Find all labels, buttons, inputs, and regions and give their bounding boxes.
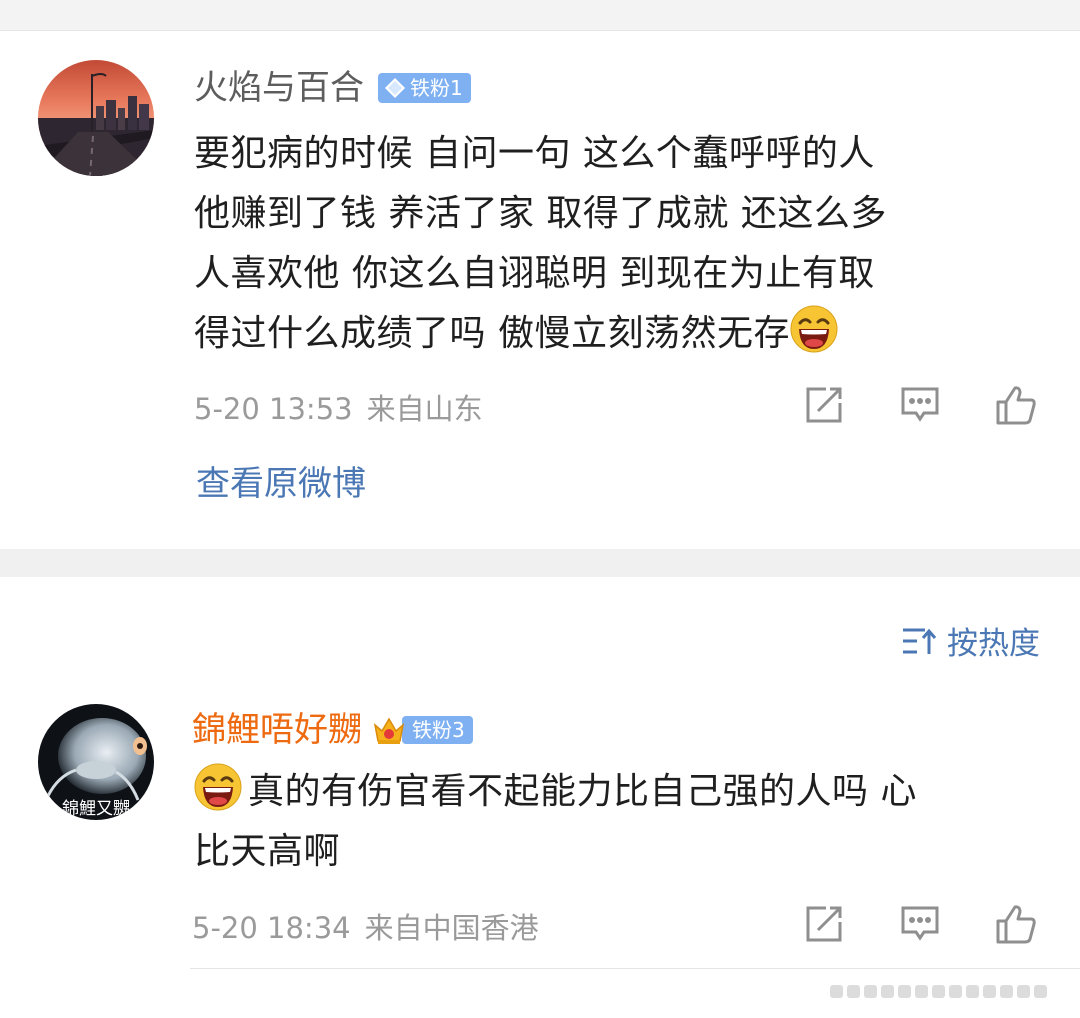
- comment-actions: [802, 902, 1038, 946]
- diamond-icon: [385, 78, 405, 98]
- avatar[interactable]: [38, 60, 154, 176]
- avatar-caption: 錦鯉又嬲: [62, 799, 130, 819]
- sort-icon: [903, 628, 937, 654]
- like-icon: [996, 386, 1036, 425]
- badge-label: 铁粉1: [410, 76, 463, 100]
- top-separator: [0, 0, 1080, 31]
- comment-line: 真的有伤官看不起能力比自己强的人吗 心: [248, 771, 917, 812]
- location: 来自中国香港: [364, 911, 539, 945]
- sort-toggle[interactable]: 按热度: [901, 618, 1040, 663]
- view-original-link[interactable]: 查看原微博: [196, 456, 366, 505]
- crown-icon: [373, 717, 405, 744]
- laughing-emoji-icon: [194, 763, 242, 811]
- comment-line: 比天高啊: [194, 831, 341, 872]
- comment-line: 得过什么成绩了吗 傲慢立刻荡然无存: [194, 313, 790, 354]
- comment-header: 錦鯉唔好嬲 铁粉3: [192, 710, 473, 750]
- fan-badge[interactable]: 铁粉1: [378, 73, 471, 103]
- badge-label: 铁粉3: [402, 716, 473, 744]
- comment-text: 要犯病的时候 自问一句 这么个蠢呼呼的人 他赚到了钱 养活了家 取得了成就 还这…: [194, 124, 887, 364]
- share-button[interactable]: [802, 902, 846, 946]
- timestamp: 5-20 13:53: [194, 392, 353, 426]
- comment-line: 要犯病的时候 自问一句 这么个蠢呼呼的人: [194, 133, 875, 174]
- comment-actions: [802, 383, 1038, 427]
- comment-meta: 5-20 13:53 来自山东: [194, 386, 483, 428]
- sort-label: 按热度: [947, 626, 1040, 662]
- comment-line: 他赚到了钱 养活了家 取得了成就 还这么多: [194, 193, 887, 234]
- comment-icon: [901, 906, 939, 941]
- comment-header: 火焰与百合 铁粉1: [194, 68, 471, 108]
- comment-meta: 5-20 18:34 来自中国香港: [192, 905, 539, 947]
- timestamp: 5-20 18:34: [192, 911, 351, 945]
- watermark-dots: [830, 985, 1051, 998]
- share-icon: [806, 906, 842, 942]
- comment-text: 真的有伤官看不起能力比自己强的人吗 心 比天高啊: [194, 762, 917, 882]
- username[interactable]: 火焰与百合: [194, 68, 364, 108]
- comment-button[interactable]: [898, 383, 942, 427]
- username[interactable]: 錦鯉唔好嬲: [192, 710, 362, 750]
- share-icon: [806, 387, 842, 423]
- comment-line: 人喜欢他 你这么自诩聪明 到现在为止有取: [194, 253, 875, 294]
- like-button[interactable]: [994, 902, 1038, 946]
- location: 来自山东: [366, 392, 483, 426]
- comment-icon: [901, 387, 939, 422]
- like-icon: [996, 905, 1036, 944]
- comment-button[interactable]: [898, 902, 942, 946]
- section-separator: [0, 549, 1080, 577]
- like-button[interactable]: [994, 383, 1038, 427]
- share-button[interactable]: [802, 383, 846, 427]
- fan-badge[interactable]: 铁粉3: [372, 715, 473, 745]
- laughing-emoji-icon: [790, 305, 838, 353]
- avatar[interactable]: 錦鯉又嬲: [38, 704, 154, 820]
- comment-divider: [190, 968, 1080, 969]
